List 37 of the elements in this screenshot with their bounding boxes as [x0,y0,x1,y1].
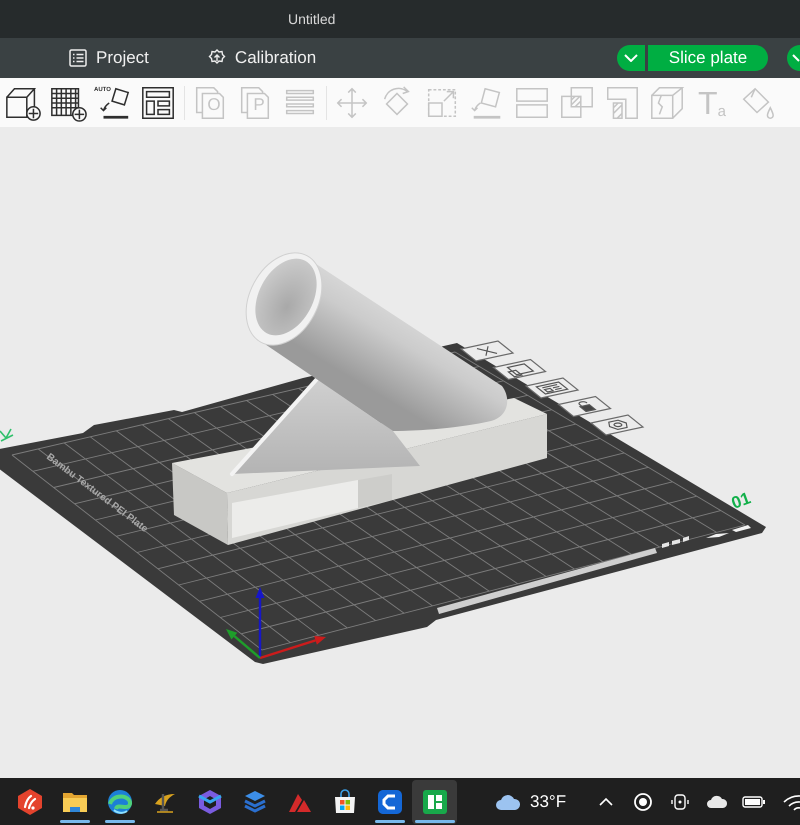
settings-button[interactable] [590,414,644,436]
z-axis-arrow [256,587,264,658]
weather-button[interactable]: 33°F [490,788,570,814]
swirl-icon [106,788,134,816]
chevron-up-icon[interactable] [598,796,614,806]
hexagon-paw-icon [16,788,44,816]
lock-button[interactable] [557,396,612,418]
cloud-icon[interactable] [706,794,728,808]
record-icon[interactable] [632,792,652,812]
camera-icon[interactable] [670,792,688,812]
plate-tag-icon [662,536,689,548]
close-icon [476,346,498,356]
settings-icon [608,420,628,430]
layout-button[interactable] [524,377,580,399]
bracket-logo-icon [376,788,404,816]
plate-number: 01 [728,488,754,513]
menu-tab[interactable]: Project [62,44,155,72]
corner-marker-icon [732,525,751,532]
slice-options-button[interactable] [617,45,645,71]
taskbar-button[interactable] [412,780,457,824]
y-axis-arrow [226,629,261,659]
arrange-icon [506,363,535,378]
block-logo-icon [420,788,448,816]
corner-marker-icon [706,533,729,538]
arrange-button[interactable] [492,358,547,380]
caret-icon [624,54,638,62]
battery-icon[interactable] [742,794,766,808]
lock-icon [578,401,597,412]
menu-tab[interactable]: Calibration [200,44,322,72]
ribbon-icon [196,788,224,816]
caret-icon [792,54,800,62]
partial-mark-icon [0,428,14,442]
window-title: Untitled [288,10,336,28]
x-axis-arrow [260,636,326,660]
list-icon [68,48,88,68]
layout-icon [536,381,569,395]
dropdown-button[interactable] [787,45,800,71]
